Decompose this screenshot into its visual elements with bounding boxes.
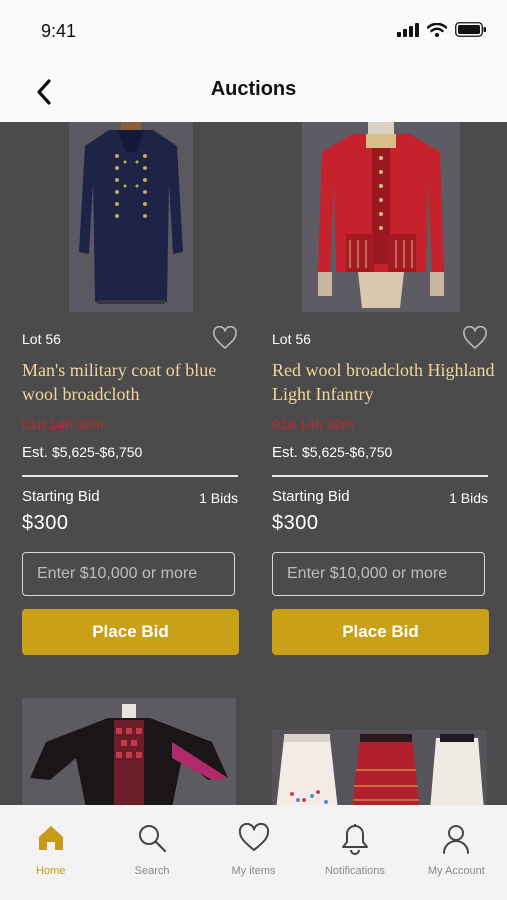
nav-bar: Auctions: [0, 62, 507, 122]
user-icon: [443, 825, 470, 854]
search-icon: [139, 825, 167, 853]
tab-label: Notifications: [324, 865, 385, 877]
divider: [22, 475, 238, 477]
blue-coat-image: [69, 122, 193, 312]
lot-countdown: 01d 14h 32m: [22, 416, 104, 432]
bid-amount-input[interactable]: [22, 552, 235, 596]
lot-card: Lot 56 Man's military coat of blue wool …: [22, 122, 240, 662]
skirts-image: [272, 730, 487, 805]
tab-my-items[interactable]: My items: [203, 805, 304, 900]
tab-search[interactable]: Search: [101, 805, 202, 900]
lot-image[interactable]: [272, 730, 487, 805]
estimate-range: $5,625-$6,750: [52, 444, 143, 460]
bid-count: 1 Bids: [199, 490, 238, 506]
tab-my-account[interactable]: My Account: [406, 805, 507, 900]
wifi-icon: [427, 22, 447, 37]
status-icons: [397, 22, 487, 37]
lot-image[interactable]: [22, 698, 236, 805]
place-bid-button[interactable]: Place Bid: [272, 609, 489, 655]
heart-icon: [238, 823, 269, 851]
embroidered-dress-image: [22, 698, 236, 805]
lot-title[interactable]: Red wool broadcloth Highland Light Infan…: [272, 358, 498, 406]
starting-bid-label: Starting Bid: [272, 488, 350, 505]
page-title: Auctions: [210, 78, 297, 100]
divider: [272, 475, 488, 477]
starting-bid-label: Starting Bid: [22, 488, 100, 505]
heart-icon[interactable]: [212, 326, 238, 350]
lot-title[interactable]: Man's military coat of blue wool broadcl…: [22, 358, 248, 406]
battery-icon: [455, 22, 486, 37]
estimate-label: Est.: [22, 444, 48, 461]
estimate-range: $5,625-$6,750: [302, 444, 393, 460]
bell-icon: [341, 824, 368, 855]
estimate-label: Est.: [272, 444, 298, 461]
tab-label: Search: [134, 865, 170, 877]
lot-number: Lot 56: [22, 331, 61, 347]
tab-label: Home: [36, 865, 66, 877]
signal-icon: [397, 22, 419, 37]
status-bar: 9:41: [0, 0, 507, 62]
lot-countdown: 01d 14h 32m: [272, 416, 354, 432]
lot-estimate: Est. $5,625-$6,750: [272, 444, 392, 461]
status-time: 9:41: [41, 21, 77, 41]
bid-count: 1 Bids: [449, 490, 488, 506]
starting-bid-amount: $300: [272, 512, 319, 534]
place-bid-button[interactable]: Place Bid: [22, 609, 239, 655]
tab-label: My Account: [427, 865, 485, 877]
lot-card: Lot 56 Red wool broadcloth Highland Ligh…: [272, 122, 494, 662]
tab-bar: Home Search My items Notifications My Ac…: [0, 805, 507, 900]
tab-notifications[interactable]: Notifications: [304, 805, 405, 900]
bid-amount-input[interactable]: [272, 552, 485, 596]
starting-bid-amount: $300: [22, 512, 69, 534]
heart-icon[interactable]: [462, 326, 488, 350]
lot-image[interactable]: [302, 122, 460, 312]
tab-label: My items: [231, 865, 276, 877]
lot-number: Lot 56: [272, 331, 311, 347]
auction-list: Lot 56 Man's military coat of blue wool …: [0, 122, 507, 805]
tab-home[interactable]: Home: [0, 805, 101, 900]
red-jacket-image: [302, 122, 460, 312]
lot-estimate: Est. $5,625-$6,750: [22, 444, 142, 461]
lot-image[interactable]: [69, 122, 193, 312]
home-icon: [38, 826, 63, 850]
